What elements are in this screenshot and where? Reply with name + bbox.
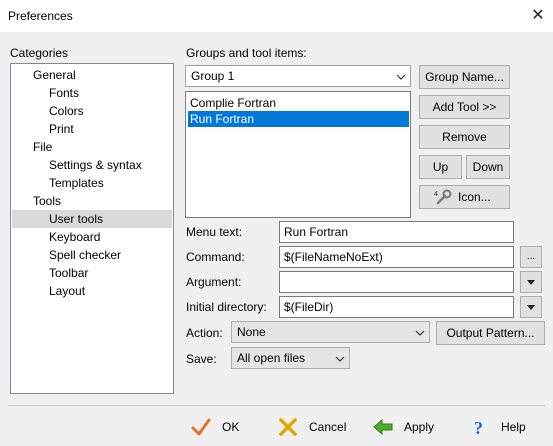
group-name-button[interactable]: Group Name...: [419, 65, 510, 89]
wrench-icon: 4: [434, 189, 452, 205]
window-title: Preferences: [8, 9, 73, 23]
groups-label: Groups and tool items:: [186, 46, 307, 60]
help-label: Help: [501, 420, 526, 434]
title-bar: Preferences ✕: [0, 0, 553, 32]
icon-button-label: Icon...: [458, 190, 491, 204]
tree-item-settings-syntax[interactable]: Settings & syntax: [12, 156, 172, 174]
tree-item-user-tools[interactable]: User tools: [12, 210, 172, 228]
menu-text-field[interactable]: Run Fortran: [279, 221, 514, 243]
icon-button[interactable]: 4 Icon...: [419, 185, 510, 209]
categories-tree[interactable]: General Fonts Colors Print File Settings & sy…: [10, 63, 174, 394]
arrow-left-icon: [373, 418, 393, 436]
up-button[interactable]: Up: [419, 155, 462, 179]
tree-item-tools[interactable]: Tools: [12, 192, 172, 210]
save-select[interactable]: All open files: [231, 347, 350, 369]
command-value: $(FileNameNoExt): [284, 250, 383, 264]
tree-item-templates[interactable]: Templates: [12, 174, 172, 192]
cancel-button[interactable]: Cancel: [277, 414, 357, 440]
group-select-value: Group 1: [191, 69, 235, 83]
question-icon: ?: [474, 418, 483, 438]
tree-item-layout[interactable]: Layout: [12, 282, 172, 300]
action-select[interactable]: None: [231, 321, 430, 343]
cancel-label: Cancel: [309, 420, 347, 434]
apply-label: Apply: [404, 420, 435, 434]
initial-directory-dropdown-button[interactable]: [520, 296, 542, 318]
apply-button[interactable]: Apply: [372, 414, 448, 440]
tree-item-colors[interactable]: Colors: [12, 102, 172, 120]
tree-item-fonts[interactable]: Fonts: [12, 84, 172, 102]
chevron-down-icon: [527, 280, 535, 285]
close-icon[interactable]: ✕: [527, 5, 549, 27]
down-button[interactable]: Down: [466, 155, 510, 179]
argument-dropdown-button[interactable]: [520, 271, 542, 293]
action-select-value: None: [237, 325, 266, 339]
menu-text-value: Run Fortran: [284, 225, 349, 239]
browse-command-button[interactable]: ...: [520, 246, 542, 268]
group-select[interactable]: Group 1: [185, 65, 411, 87]
argument-label: Argument:: [186, 275, 242, 289]
save-label: Save:: [186, 352, 217, 366]
output-pattern-button[interactable]: Output Pattern...: [436, 321, 545, 345]
action-label: Action:: [186, 326, 223, 340]
command-field[interactable]: $(FileNameNoExt): [279, 246, 514, 268]
checkmark-icon: [191, 418, 211, 436]
tool-list-item[interactable]: Complie Fortran: [188, 95, 409, 111]
chevron-down-icon: [335, 356, 345, 362]
tree-item-general[interactable]: General: [12, 66, 172, 84]
ok-label: OK: [222, 420, 240, 434]
tool-list[interactable]: Complie Fortran Run Fortran: [185, 91, 411, 218]
cross-icon: [279, 418, 297, 436]
argument-field[interactable]: [279, 271, 514, 293]
command-label: Command:: [186, 250, 245, 264]
tree-item-print[interactable]: Print: [12, 120, 172, 138]
initial-directory-value: $(FileDir): [284, 300, 334, 314]
tree-item-file[interactable]: File: [12, 138, 172, 156]
chevron-down-icon: [527, 305, 535, 310]
svg-text:4: 4: [434, 191, 438, 198]
tree-item-spell-checker[interactable]: Spell checker: [12, 246, 172, 264]
tree-item-keyboard[interactable]: Keyboard: [12, 228, 172, 246]
chevron-down-icon: [415, 330, 425, 336]
svg-text:?: ?: [474, 418, 483, 438]
menu-text-label: Menu text:: [186, 225, 243, 239]
help-button[interactable]: ? Help: [469, 414, 533, 440]
footer-separator: [8, 405, 545, 406]
categories-label: Categories: [10, 46, 69, 60]
tool-list-item[interactable]: Run Fortran: [188, 111, 409, 127]
ok-button[interactable]: OK: [190, 414, 260, 440]
add-tool-button[interactable]: Add Tool >>: [419, 95, 510, 119]
tree-item-toolbar[interactable]: Toolbar: [12, 264, 172, 282]
chevron-down-icon: [396, 74, 406, 80]
initial-directory-label: Initial directory:: [186, 300, 267, 314]
initial-directory-field[interactable]: $(FileDir): [279, 296, 514, 318]
save-select-value: All open files: [237, 351, 306, 365]
remove-button[interactable]: Remove: [419, 125, 510, 149]
